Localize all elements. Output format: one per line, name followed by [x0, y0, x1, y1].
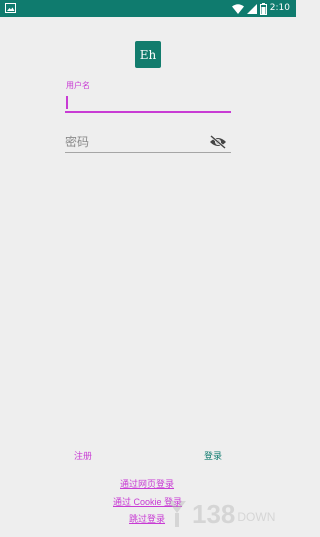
- password-underline: [65, 152, 231, 153]
- site-watermark: 138 DOWN: [166, 494, 294, 534]
- wifi-icon: [231, 3, 244, 14]
- password-visibility-toggle[interactable]: [209, 135, 227, 149]
- username-label: 用户名: [66, 81, 90, 90]
- cell-signal-icon: [246, 3, 257, 14]
- image-notification-icon: [5, 3, 16, 13]
- watermark-word: DOWN: [237, 510, 276, 524]
- text-cursor: [66, 96, 68, 109]
- status-bar: 2:10: [0, 0, 296, 17]
- login-button[interactable]: 登录: [204, 451, 222, 462]
- app-logo: Eh: [135, 41, 161, 68]
- register-button[interactable]: 注册: [74, 451, 92, 462]
- status-time: 2:10: [269, 3, 290, 13]
- skip-login-link[interactable]: 跳过登录: [129, 514, 165, 525]
- username-underline: [65, 111, 231, 113]
- password-input[interactable]: [65, 133, 205, 151]
- watermark-logo-icon: [168, 501, 186, 527]
- username-input[interactable]: [65, 92, 231, 112]
- status-icons: 2:10: [231, 2, 290, 15]
- web-login-link[interactable]: 通过网页登录: [120, 479, 174, 490]
- battery-icon: [259, 2, 267, 15]
- watermark-number: 138: [192, 499, 236, 529]
- eye-off-icon: [210, 135, 226, 149]
